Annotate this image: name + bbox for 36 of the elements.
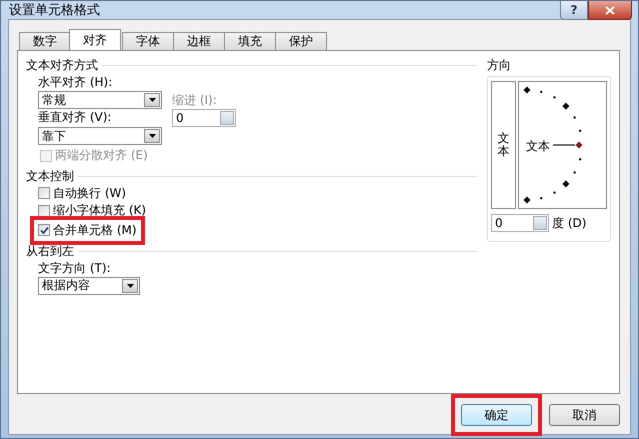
dialog-button[interactable]: 取消	[549, 404, 620, 426]
field-label: 度 (D)	[552, 214, 586, 232]
field-label: 水平对齐 (H):	[38, 74, 114, 91]
section-title: 文本对齐方式	[26, 57, 98, 74]
checkbox[interactable]: 缩小字体填充 (K)	[36, 202, 148, 219]
field-label: 文字方向 (T):	[38, 260, 112, 276]
close-button[interactable]	[588, 1, 632, 20]
caret-icon	[148, 134, 156, 138]
tab[interactable]: 数字	[19, 32, 71, 50]
caret-icon	[126, 284, 134, 288]
close-icon	[605, 6, 615, 14]
tab[interactable]: 对齐	[69, 29, 121, 50]
tab[interactable]: 填充	[224, 32, 276, 50]
checkbox[interactable]: 合并单元格 (M)	[36, 222, 139, 238]
section-title: 从右到左	[26, 242, 74, 260]
help-button[interactable]: ?	[560, 1, 588, 20]
dial-text: 文本	[526, 138, 550, 155]
check-icon	[40, 226, 48, 234]
caret-icon	[148, 98, 156, 102]
section-title: 方向	[487, 57, 512, 74]
tab[interactable]: 边框	[173, 32, 225, 50]
section-title: 文本控制	[26, 168, 74, 184]
dropdown[interactable]: 常规	[38, 91, 162, 109]
degrees-field[interactable]: 0	[491, 214, 549, 232]
vertical-text-button[interactable]: 文本	[491, 81, 516, 209]
dropdown[interactable]: 靠下	[38, 127, 162, 145]
checkbox[interactable]: 自动换行 (W)	[36, 184, 128, 202]
tab[interactable]: 保护	[275, 32, 327, 50]
field-label: 缩进 (I):	[172, 92, 217, 108]
indent-field[interactable]: 0	[172, 109, 236, 127]
dialog-button[interactable]: 确定	[461, 404, 532, 426]
field-label: 垂直对齐 (V):	[38, 109, 112, 126]
tab[interactable]: 字体	[122, 32, 174, 50]
dropdown[interactable]: 根据内容	[38, 276, 140, 294]
window-title: 设置单元格格式	[9, 2, 100, 19]
orientation-dial[interactable]: 文本	[518, 81, 607, 209]
